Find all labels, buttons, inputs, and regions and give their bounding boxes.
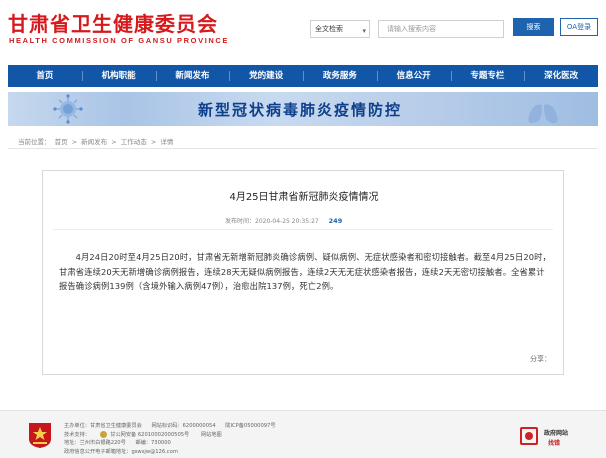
breadcrumb-separator: >: [69, 138, 80, 146]
breadcrumb-label: 当前位置：: [18, 138, 51, 146]
breadcrumb-separator: >: [148, 138, 159, 146]
nav-item-home[interactable]: 首页: [8, 65, 82, 87]
gov-site-badge[interactable]: 政府网站 找错: [520, 425, 594, 449]
breadcrumb-separator: >: [109, 138, 119, 146]
search-scope-label: 全文检索: [315, 25, 343, 33]
search-scope-select[interactable]: 全文检索 ▾: [310, 20, 370, 38]
nav-item-news[interactable]: 新闻发布: [155, 65, 230, 87]
footer-police-record[interactable]: 甘公网安备 62010002000505号: [110, 432, 189, 438]
gov-site-icon: [520, 427, 538, 445]
footer-info: 主办单位：甘肃省卫生健康委员会 网站标识码：6200000054 陇ICP备05…: [64, 422, 276, 456]
footer-tech-support: 技术支持：: [64, 431, 90, 438]
footer-icp[interactable]: 陇ICP备05000097号: [225, 423, 275, 429]
share-label[interactable]: 分享：: [530, 354, 551, 364]
footer-line-1: 主办单位：甘肃省卫生健康委员会 网站标识码：6200000054 陇ICP备05…: [64, 422, 276, 431]
article-card: 4月25日甘肃省新冠肺炎疫情情况 发布时间：2020-04-25 20:35:2…: [42, 170, 564, 375]
chevron-down-icon: ▾: [362, 27, 366, 35]
breadcrumb-item-detail: 详情: [160, 138, 174, 146]
breadcrumb-item-work[interactable]: 工作动态: [121, 138, 147, 146]
site-title-en: HEALTH COMMISSION OF GANSU PROVINCE: [9, 36, 230, 45]
search-area: 全文检索 ▾ 请输入搜索内容: [310, 19, 504, 39]
article-meta: 发布时间：2020-04-25 20:35:27 249: [225, 216, 342, 225]
article-body: 4月24日20时至4月25日20时，甘肃省无新增新冠肺炎确诊病例、疑似病例、无症…: [59, 252, 551, 291]
police-badge-icon: [99, 430, 107, 438]
gov-site-label: 政府网站: [544, 430, 569, 437]
nav-item-topics[interactable]: 专题专栏: [450, 65, 525, 87]
footer-line-3: 地址：兰州市白银路220号 邮编：730000: [64, 439, 276, 448]
article-title: 4月25日甘肃省新冠肺炎疫情情况: [229, 192, 379, 203]
main-nav: 首页 机构职能 新闻发布 党的建设 政务服务 信息公开 专题专栏 深化医改: [8, 65, 598, 87]
site-title[interactable]: 甘肃省卫生健康委员会: [8, 8, 218, 37]
footer-sitemap-link[interactable]: 网站地图: [201, 432, 222, 438]
breadcrumb-divider: [8, 148, 598, 149]
virus-icon: [53, 94, 83, 124]
oa-login-button[interactable]: OA登录: [560, 18, 598, 36]
article-divider: [53, 229, 553, 230]
breadcrumb-item-home[interactable]: 首页: [55, 138, 68, 146]
footer-email: 政府信息公开电子邮箱地址：gswsjw@126.com: [64, 448, 178, 455]
nav-item-functions[interactable]: 机构职能: [81, 65, 156, 87]
covid-banner[interactable]: 新型冠状病毒肺炎疫情防控: [8, 92, 598, 126]
search-input[interactable]: 请输入搜索内容: [378, 20, 504, 38]
footer-address: 地址：兰州市白银路220号: [64, 440, 126, 446]
footer-site-code: 网站标识码：6200000054: [151, 423, 216, 429]
site-header: 甘肃省卫生健康委员会 HEALTH COMMISSION OF GANSU PR…: [0, 0, 606, 58]
footer-line-2: 技术支持： 甘公网安备 62010002000505号 网站地图: [64, 430, 276, 440]
publish-time: 发布时间：2020-04-25 20:35:27: [225, 218, 319, 225]
footer-postcode: 邮编：730000: [135, 440, 171, 446]
nav-item-services[interactable]: 政务服务: [303, 65, 377, 87]
breadcrumb: 当前位置： 首页 > 新闻发布 > 工作动态 > 详情: [18, 136, 175, 146]
gov-error-label: 找错: [548, 440, 561, 447]
nav-item-party[interactable]: 党的建设: [229, 65, 303, 87]
emblem-icon: [29, 423, 51, 448]
lungs-icon: [528, 95, 558, 124]
breadcrumb-item-news[interactable]: 新闻发布: [81, 138, 107, 146]
search-button[interactable]: 搜索: [513, 18, 554, 36]
nav-item-reform[interactable]: 深化医改: [524, 65, 598, 87]
footer-sponsor: 主办单位：甘肃省卫生健康委员会: [64, 423, 142, 429]
nav-item-disclosure[interactable]: 信息公开: [376, 65, 451, 87]
site-footer: 主办单位：甘肃省卫生健康委员会 网站标识码：6200000054 陇ICP备05…: [0, 410, 606, 458]
banner-title: 新型冠状病毒肺炎疫情防控: [198, 101, 403, 119]
view-count: 249: [328, 217, 343, 225]
